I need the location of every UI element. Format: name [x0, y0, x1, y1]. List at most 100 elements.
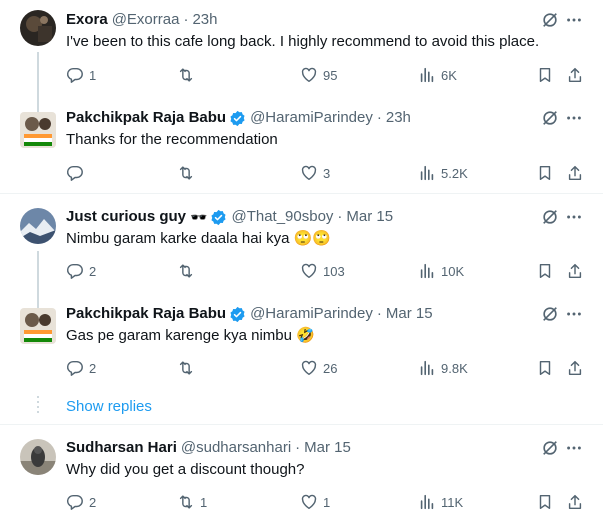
tweet-text: Thanks for the recommendation — [66, 131, 278, 148]
more-icon[interactable] — [565, 208, 583, 226]
like-count: 3 — [323, 165, 331, 181]
verified-badge-icon[interactable] — [229, 306, 246, 323]
reply-button[interactable] — [66, 163, 89, 183]
author-name[interactable]: Just curious guy — [66, 207, 186, 227]
views-button[interactable]: 9.8K — [418, 358, 468, 378]
name-emoji: 🕶️ — [190, 209, 208, 225]
bookmark-icon — [539, 263, 551, 279]
more-icon[interactable] — [565, 109, 583, 127]
retweet-icon — [179, 68, 193, 82]
retweet-icon — [179, 166, 193, 180]
separator-dot: · — [376, 109, 382, 126]
separator-dot: · — [295, 439, 301, 456]
separator-dot: · — [183, 11, 189, 28]
reply-count: 2 — [89, 263, 97, 279]
timestamp[interactable]: 23h — [192, 10, 217, 30]
author-name[interactable]: Exora — [66, 10, 108, 30]
bookmark-button[interactable] — [536, 492, 554, 512]
reply-button[interactable]: 2 — [66, 261, 96, 281]
grok-icon[interactable] — [541, 439, 559, 457]
share-button[interactable] — [566, 163, 584, 183]
tweet-text: Why did you get a discount though? — [66, 461, 305, 478]
like-button[interactable]: 95 — [300, 65, 337, 85]
author-handle[interactable]: @sudharsanhari — [181, 438, 291, 458]
bookmark-icon — [539, 67, 551, 83]
avatar-just-curious-guy[interactable] — [20, 208, 56, 244]
action-bar: 2 1 1 11K — [60, 492, 590, 512]
retweet-button[interactable] — [177, 358, 200, 378]
timestamp[interactable]: Mar 15 — [346, 207, 393, 227]
retweet-button[interactable] — [177, 261, 200, 281]
like-button[interactable]: 1 — [300, 492, 330, 512]
timestamp[interactable]: Mar 15 — [386, 304, 433, 324]
reply-icon — [67, 263, 83, 279]
author-name[interactable]: Sudharsan Hari — [66, 438, 177, 458]
avatar-pakchikpak[interactable] — [20, 112, 56, 148]
reply-button[interactable]: 2 — [66, 358, 96, 378]
author-name[interactable]: Pakchikpak Raja Babu — [66, 108, 226, 128]
reply-icon — [67, 494, 83, 510]
share-button[interactable] — [566, 261, 584, 281]
timestamp[interactable]: Mar 15 — [304, 438, 351, 458]
tweet-header: Pakchikpak Raja Babu @HaramiParindey · 2… — [66, 108, 411, 128]
reply-icon — [67, 360, 83, 376]
like-button[interactable]: 26 — [300, 358, 337, 378]
retweet-button[interactable] — [177, 65, 200, 85]
views-count: 11K — [441, 494, 464, 510]
share-button[interactable] — [566, 492, 584, 512]
verified-badge-icon[interactable] — [210, 209, 227, 226]
reply-button[interactable]: 1 — [66, 65, 96, 85]
grok-icon[interactable] — [541, 109, 559, 127]
tweet-exora[interactable]: Exora @Exorraa · 23h I've been to this c… — [0, 10, 603, 114]
views-button[interactable]: 11K — [418, 492, 463, 512]
tweet-header: Sudharsan Hari @sudharsanhari · Mar 15 — [66, 438, 351, 458]
views-count: 5.2K — [441, 165, 468, 181]
tweet-just-curious-guy[interactable]: Just curious guy 🕶️ @That_90sboy · Mar 1… — [0, 207, 603, 309]
like-button[interactable]: 3 — [300, 163, 330, 183]
author-handle[interactable]: @HaramiParindey — [250, 304, 373, 324]
bookmark-button[interactable] — [536, 358, 554, 378]
grok-icon[interactable] — [541, 11, 559, 29]
views-button[interactable]: 6K — [418, 65, 457, 85]
bookmark-button[interactable] — [536, 163, 554, 183]
tweet-header: Exora @Exorraa · 23h — [66, 10, 217, 30]
tweet-reply-pakchikpak-1[interactable]: Pakchikpak Raja Babu @HaramiParindey · 2… — [0, 108, 603, 188]
share-button[interactable] — [566, 358, 584, 378]
retweet-button[interactable] — [177, 163, 200, 183]
views-icon — [420, 165, 434, 181]
views-count: 10K — [441, 263, 465, 279]
show-replies-link[interactable]: Show replies — [66, 397, 152, 417]
author-handle[interactable]: @That_90sboy — [231, 207, 333, 227]
tweet-header: Pakchikpak Raja Babu @HaramiParindey · M… — [66, 304, 433, 324]
bookmark-button[interactable] — [536, 65, 554, 85]
more-icon[interactable] — [565, 305, 583, 323]
like-button[interactable]: 103 — [300, 261, 345, 281]
thread-line — [37, 52, 39, 114]
tweet-reply-pakchikpak-2[interactable]: Pakchikpak Raja Babu @HaramiParindey · M… — [0, 304, 603, 384]
grok-icon[interactable] — [541, 305, 559, 323]
avatar-exora[interactable] — [20, 10, 56, 46]
share-button[interactable] — [566, 65, 584, 85]
reply-button[interactable]: 2 — [66, 492, 96, 512]
more-icon[interactable] — [565, 11, 583, 29]
views-button[interactable]: 5.2K — [418, 163, 468, 183]
separator-dot: · — [337, 208, 343, 225]
retweet-button[interactable]: 1 — [177, 492, 207, 512]
share-icon — [568, 263, 582, 279]
like-icon — [301, 165, 317, 181]
avatar-sudharsan-hari[interactable] — [20, 439, 56, 475]
avatar-pakchikpak[interactable] — [20, 308, 56, 344]
views-button[interactable]: 10K — [418, 261, 464, 281]
more-icon[interactable] — [565, 439, 583, 457]
tweet-header: Just curious guy 🕶️ @That_90sboy · Mar 1… — [66, 207, 393, 227]
thread-dots — [37, 396, 39, 416]
timestamp[interactable]: 23h — [386, 108, 411, 128]
author-name[interactable]: Pakchikpak Raja Babu — [66, 304, 226, 324]
author-handle[interactable]: @Exorraa — [112, 10, 180, 30]
bookmark-button[interactable] — [536, 261, 554, 281]
grok-icon[interactable] — [541, 208, 559, 226]
author-handle[interactable]: @HaramiParindey — [250, 108, 373, 128]
divider — [0, 424, 603, 425]
tweet-sudharsan-hari[interactable]: Sudharsan Hari @sudharsanhari · Mar 15 W… — [0, 438, 603, 518]
verified-badge-icon[interactable] — [229, 110, 246, 127]
